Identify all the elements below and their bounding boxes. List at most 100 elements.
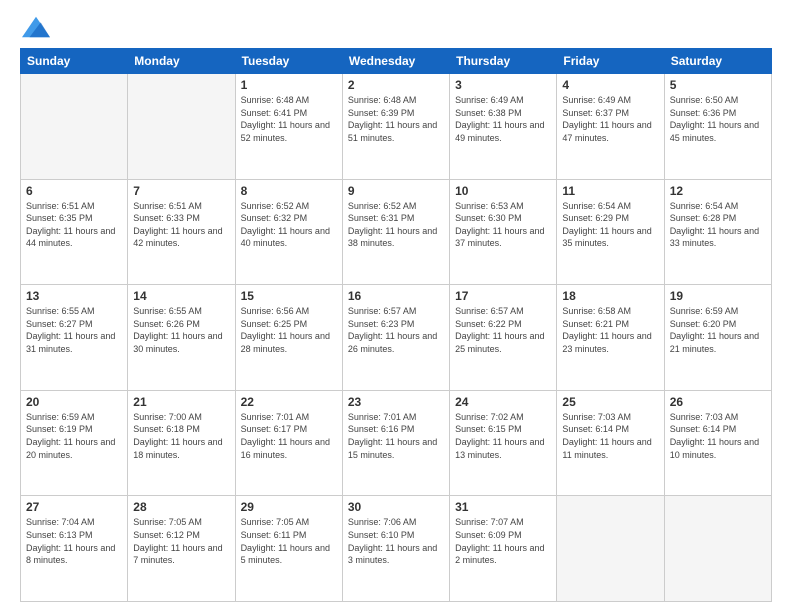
day-number: 5 [670,78,766,92]
day-number: 6 [26,184,122,198]
calendar-cell: 3 Sunrise: 6:49 AM Sunset: 6:38 PM Daylig… [450,74,557,180]
calendar-cell: 27 Sunrise: 7:04 AM Sunset: 6:13 PM Dayli… [21,496,128,602]
logo-text [20,16,50,38]
day-number: 8 [241,184,337,198]
calendar-cell: 30 Sunrise: 7:06 AM Sunset: 6:10 PM Dayli… [342,496,449,602]
calendar-cell: 4 Sunrise: 6:49 AM Sunset: 6:37 PM Daylig… [557,74,664,180]
calendar-cell: 24 Sunrise: 7:02 AM Sunset: 6:15 PM Dayli… [450,390,557,496]
calendar-cell: 6Sunrise: 6:51 AM Sunset: 6:35 PM Daylig… [21,179,128,285]
day-info: Sunrise: 6:58 AM Sunset: 6:21 PM Dayligh… [562,305,658,355]
calendar-cell: 13 Sunrise: 6:55 AM Sunset: 6:27 PM Dayli… [21,285,128,391]
day-info: Sunrise: 6:53 AM Sunset: 6:30 PM Dayligh… [455,200,551,250]
calendar-cell: 7Sunrise: 6:51 AM Sunset: 6:33 PM Daylig… [128,179,235,285]
weekday-header-friday: Friday [557,49,664,74]
day-number: 27 [26,500,122,514]
day-number: 1 [241,78,337,92]
logo-icon [22,16,50,38]
day-info: Sunrise: 7:06 AM Sunset: 6:10 PM Dayligh… [348,516,444,566]
calendar-cell: 5 Sunrise: 6:50 AM Sunset: 6:36 PM Daylig… [664,74,771,180]
week-row-2: 6Sunrise: 6:51 AM Sunset: 6:35 PM Daylig… [21,179,772,285]
day-info: Sunrise: 6:56 AM Sunset: 6:25 PM Dayligh… [241,305,337,355]
day-number: 20 [26,395,122,409]
day-info: Sunrise: 6:54 AM Sunset: 6:29 PM Dayligh… [562,200,658,250]
day-info: Sunrise: 6:55 AM Sunset: 6:27 PM Dayligh… [26,305,122,355]
day-info: Sunrise: 6:49 AM Sunset: 6:38 PM Dayligh… [455,94,551,144]
week-row-5: 27 Sunrise: 7:04 AM Sunset: 6:13 PM Dayli… [21,496,772,602]
day-number: 18 [562,289,658,303]
day-number: 21 [133,395,229,409]
day-info: Sunrise: 7:03 AM Sunset: 6:14 PM Dayligh… [562,411,658,461]
day-info: Sunrise: 7:04 AM Sunset: 6:13 PM Dayligh… [26,516,122,566]
day-info: Sunrise: 6:51 AM Sunset: 6:33 PM Dayligh… [133,200,229,250]
calendar-cell [557,496,664,602]
weekday-header-wednesday: Wednesday [342,49,449,74]
calendar-cell: 12Sunrise: 6:54 AM Sunset: 6:28 PM Dayli… [664,179,771,285]
day-info: Sunrise: 6:55 AM Sunset: 6:26 PM Dayligh… [133,305,229,355]
day-number: 10 [455,184,551,198]
day-number: 19 [670,289,766,303]
calendar-cell: 20 Sunrise: 6:59 AM Sunset: 6:19 PM Dayli… [21,390,128,496]
day-number: 13 [26,289,122,303]
day-info: Sunrise: 6:50 AM Sunset: 6:36 PM Dayligh… [670,94,766,144]
day-info: Sunrise: 6:48 AM Sunset: 6:39 PM Dayligh… [348,94,444,144]
day-info: Sunrise: 6:48 AM Sunset: 6:41 PM Dayligh… [241,94,337,144]
calendar-cell [21,74,128,180]
day-info: Sunrise: 7:03 AM Sunset: 6:14 PM Dayligh… [670,411,766,461]
day-number: 31 [455,500,551,514]
calendar-cell: 26Sunrise: 7:03 AM Sunset: 6:14 PM Dayli… [664,390,771,496]
day-number: 23 [348,395,444,409]
calendar-cell: 10 Sunrise: 6:53 AM Sunset: 6:30 PM Dayli… [450,179,557,285]
day-number: 30 [348,500,444,514]
day-info: Sunrise: 7:07 AM Sunset: 6:09 PM Dayligh… [455,516,551,566]
weekday-header-sunday: Sunday [21,49,128,74]
day-info: Sunrise: 7:01 AM Sunset: 6:17 PM Dayligh… [241,411,337,461]
calendar-cell: 16Sunrise: 6:57 AM Sunset: 6:23 PM Dayli… [342,285,449,391]
day-number: 28 [133,500,229,514]
calendar: SundayMondayTuesdayWednesdayThursdayFrid… [20,48,772,602]
day-number: 29 [241,500,337,514]
day-info: Sunrise: 7:05 AM Sunset: 6:12 PM Dayligh… [133,516,229,566]
calendar-cell [664,496,771,602]
day-number: 22 [241,395,337,409]
day-number: 3 [455,78,551,92]
day-number: 24 [455,395,551,409]
day-number: 4 [562,78,658,92]
weekday-header-tuesday: Tuesday [235,49,342,74]
day-info: Sunrise: 7:01 AM Sunset: 6:16 PM Dayligh… [348,411,444,461]
logo [20,16,50,38]
header [20,16,772,38]
calendar-cell: 2Sunrise: 6:48 AM Sunset: 6:39 PM Daylig… [342,74,449,180]
day-number: 15 [241,289,337,303]
day-info: Sunrise: 6:59 AM Sunset: 6:19 PM Dayligh… [26,411,122,461]
calendar-cell: 14 Sunrise: 6:55 AM Sunset: 6:26 PM Dayli… [128,285,235,391]
calendar-cell: 21 Sunrise: 7:00 AM Sunset: 6:18 PM Dayli… [128,390,235,496]
day-info: Sunrise: 6:57 AM Sunset: 6:22 PM Dayligh… [455,305,551,355]
calendar-cell: 18 Sunrise: 6:58 AM Sunset: 6:21 PM Dayli… [557,285,664,391]
day-number: 11 [562,184,658,198]
page: SundayMondayTuesdayWednesdayThursdayFrid… [0,0,792,612]
calendar-cell: 1 Sunrise: 6:48 AM Sunset: 6:41 PM Daylig… [235,74,342,180]
day-info: Sunrise: 6:52 AM Sunset: 6:32 PM Dayligh… [241,200,337,250]
day-number: 14 [133,289,229,303]
calendar-cell: 29Sunrise: 7:05 AM Sunset: 6:11 PM Dayli… [235,496,342,602]
week-row-1: 1 Sunrise: 6:48 AM Sunset: 6:41 PM Daylig… [21,74,772,180]
day-info: Sunrise: 6:57 AM Sunset: 6:23 PM Dayligh… [348,305,444,355]
calendar-cell: 8 Sunrise: 6:52 AM Sunset: 6:32 PM Daylig… [235,179,342,285]
day-info: Sunrise: 6:49 AM Sunset: 6:37 PM Dayligh… [562,94,658,144]
day-info: Sunrise: 7:02 AM Sunset: 6:15 PM Dayligh… [455,411,551,461]
day-info: Sunrise: 7:00 AM Sunset: 6:18 PM Dayligh… [133,411,229,461]
day-number: 12 [670,184,766,198]
calendar-cell: 19 Sunrise: 6:59 AM Sunset: 6:20 PM Dayli… [664,285,771,391]
day-number: 9 [348,184,444,198]
day-info: Sunrise: 6:52 AM Sunset: 6:31 PM Dayligh… [348,200,444,250]
day-info: Sunrise: 6:59 AM Sunset: 6:20 PM Dayligh… [670,305,766,355]
calendar-cell: 31 Sunrise: 7:07 AM Sunset: 6:09 PM Dayli… [450,496,557,602]
weekday-header-monday: Monday [128,49,235,74]
calendar-cell: 11 Sunrise: 6:54 AM Sunset: 6:29 PM Dayli… [557,179,664,285]
calendar-cell: 25Sunrise: 7:03 AM Sunset: 6:14 PM Dayli… [557,390,664,496]
calendar-cell [128,74,235,180]
calendar-cell: 15 Sunrise: 6:56 AM Sunset: 6:25 PM Dayli… [235,285,342,391]
calendar-cell: 17Sunrise: 6:57 AM Sunset: 6:22 PM Dayli… [450,285,557,391]
calendar-cell: 28 Sunrise: 7:05 AM Sunset: 6:12 PM Dayli… [128,496,235,602]
weekday-header-row: SundayMondayTuesdayWednesdayThursdayFrid… [21,49,772,74]
